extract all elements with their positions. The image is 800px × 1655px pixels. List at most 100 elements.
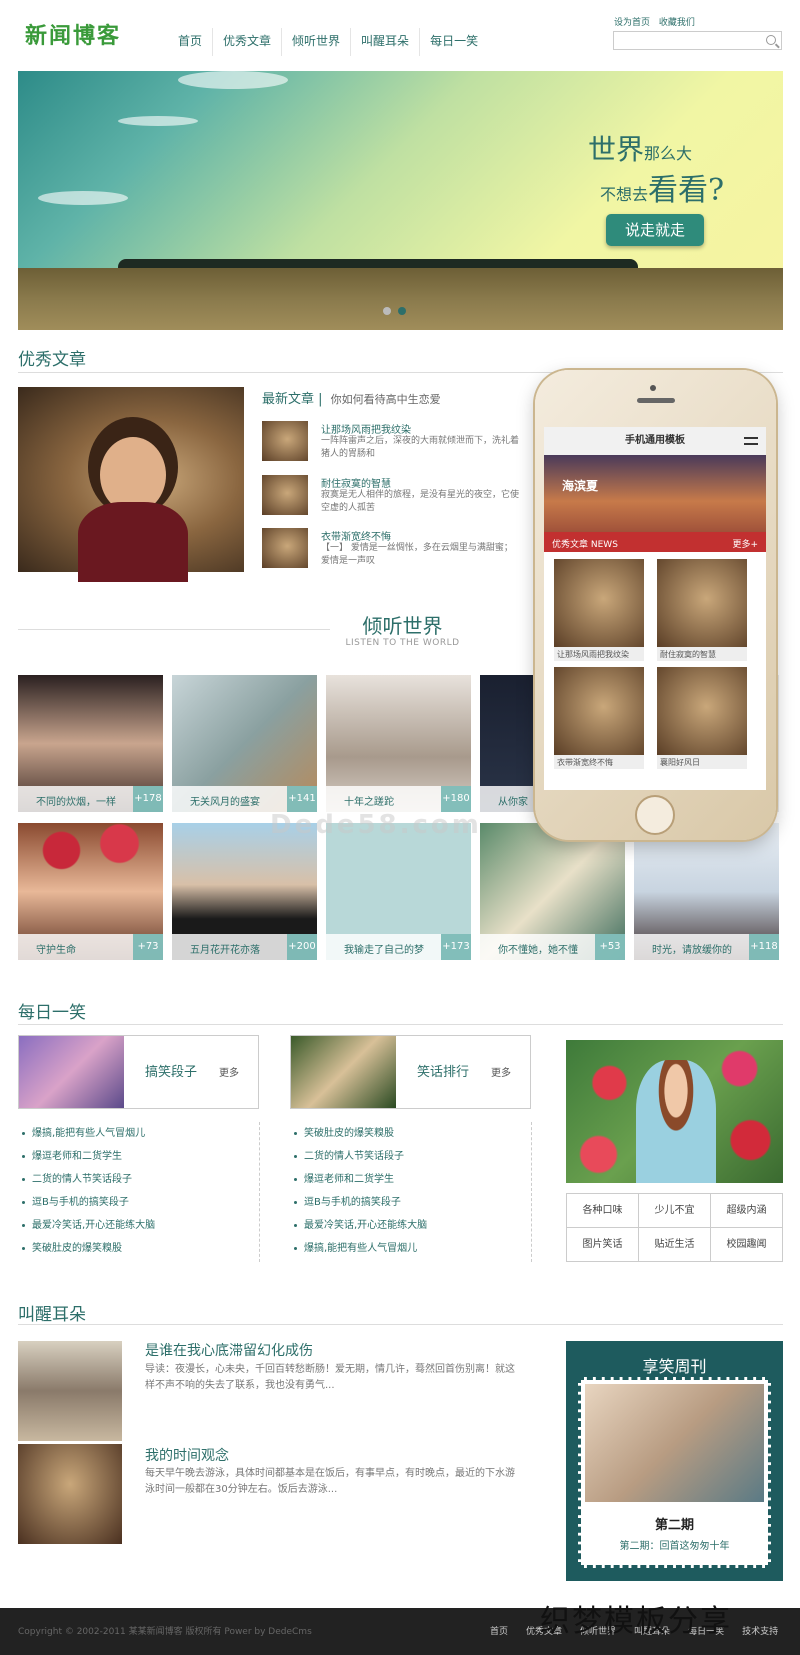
set-homepage-link[interactable]: 设为首页: [614, 18, 650, 28]
phone-card[interactable]: 衣带渐宽终不悔: [554, 667, 644, 769]
camera-dot: [650, 385, 656, 391]
latest-subtitle[interactable]: 你如何看待高中生恋爱: [331, 393, 441, 406]
news-thumbnail[interactable]: [18, 1341, 122, 1441]
ranking-more-link[interactable]: 更多: [491, 1064, 511, 1079]
article-title[interactable]: 让那场风雨把我纹染: [321, 421, 411, 436]
divider: [531, 1122, 532, 1262]
section-title-world: 倾听世界: [362, 614, 443, 638]
home-button[interactable]: [635, 795, 675, 835]
grid-item[interactable]: 时光，请放缓你的 +118: [634, 823, 779, 960]
slider-dot-active[interactable]: [398, 307, 406, 315]
list-item[interactable]: 爆逗老师和二货学生: [18, 1145, 259, 1168]
tag-link[interactable]: 图片笑话: [567, 1228, 639, 1262]
grid-count: +73: [133, 934, 163, 960]
nav-home[interactable]: 首页: [168, 28, 212, 56]
news-desc: 每天早午晚去游泳，具体时间都基本是在饭后，有事早点，有时晚点，最近的下水游泳时间…: [145, 1468, 515, 1495]
list-item[interactable]: 二货的情人节笑话段子: [290, 1145, 531, 1168]
slider-dot[interactable]: [383, 307, 391, 315]
grid-item[interactable]: 无关风月的盛宴 +141: [172, 675, 317, 812]
daily-feature-image[interactable]: [566, 1040, 783, 1183]
grid-item[interactable]: 我输走了自己的梦 +173: [326, 823, 471, 960]
phone-more-link[interactable]: 更多+: [732, 537, 758, 550]
nav-world[interactable]: 倾听世界: [281, 28, 350, 56]
grid-count: +141: [287, 786, 317, 812]
grid-count: +178: [133, 786, 163, 812]
list-item[interactable]: 爆搞,能把有些人气冒烟儿: [290, 1237, 531, 1260]
phone-card-image: [657, 559, 747, 647]
phone-bar-label: 优秀文章: [552, 540, 589, 550]
bookmark-link[interactable]: 收藏我们: [659, 18, 695, 28]
list-item[interactable]: 笑破肚皮的爆笑糗股: [18, 1237, 259, 1260]
weekly-issue: 第二期: [654, 1518, 694, 1533]
phone-card-caption: 衣带渐宽终不悔: [554, 755, 644, 769]
latest-label[interactable]: 最新文章: [262, 392, 314, 407]
phone-card-caption: 襄阳好风日: [657, 755, 747, 769]
ranking-box-image: [291, 1036, 396, 1108]
grid-count: +180: [441, 786, 471, 812]
list-item[interactable]: 爆搞,能把有些人气冒烟儿: [18, 1122, 259, 1145]
phone-card[interactable]: 让那场风雨把我纹染: [554, 559, 644, 661]
list-item[interactable]: 笑破肚皮的爆笑糗股: [290, 1122, 531, 1145]
article-item[interactable]: 衣带渐宽终不悔 【一】 爱情是一丝惆怅，多在云烟里与满甜蜜；爱情是一声叹: [262, 528, 532, 568]
nav-ears[interactable]: 叫醒耳朵: [350, 28, 419, 56]
ranking-box-label: 笑话排行: [417, 1065, 470, 1080]
footer-link[interactable]: 首页: [481, 1624, 517, 1637]
corner-watermark: 织梦模板分享: [540, 1604, 732, 1639]
cloud-shape: [118, 116, 198, 126]
footer-link[interactable]: 技术支持: [733, 1624, 787, 1637]
tag-link[interactable]: 校园趣闻: [711, 1228, 783, 1262]
grid-item[interactable]: 五月花开花亦落 +200: [172, 823, 317, 960]
article-desc: 【一】 爱情是一丝惆怅，多在云烟里与满甜蜜；爱情是一声叹: [321, 543, 513, 566]
article-title[interactable]: 耐住寂寞的智慧: [321, 475, 391, 490]
list-item[interactable]: 爆逗老师和二货学生: [290, 1168, 531, 1191]
top-links: 设为首页 收藏我们: [614, 15, 701, 28]
article-thumbnail[interactable]: [262, 528, 308, 568]
nav-excellent[interactable]: 优秀文章: [212, 28, 281, 56]
article-thumbnail[interactable]: [262, 475, 308, 515]
list-item[interactable]: 逗B与手机的搞笑段子: [18, 1191, 259, 1214]
article-title[interactable]: 衣带渐宽终不悔: [321, 528, 391, 543]
phone-banner[interactable]: 海滨夏: [544, 455, 766, 532]
tag-link[interactable]: 超级内涵: [711, 1194, 783, 1228]
featured-article-image[interactable]: [18, 387, 244, 582]
tag-link[interactable]: 各种口味: [567, 1194, 639, 1228]
weekly-magazine[interactable]: 享笑周刊 第二期 第二期：回首这匆匆十年: [566, 1341, 783, 1581]
menu-icon[interactable]: [744, 437, 758, 445]
news-desc: 导读：夜漫长，心未央，千回百转愁断肠！爱无期，情几许，蓦然回首伤别离！就这样不声…: [145, 1364, 515, 1391]
jokes-more-link[interactable]: 更多: [219, 1064, 239, 1079]
article-item[interactable]: 让那场风雨把我纹染 一阵阵雷声之后，深夜的大雨就倾泄而下，洗礼着猪人的胃肠和: [262, 421, 532, 461]
grid-item[interactable]: 不同的炊烟，一样 +178: [18, 675, 163, 812]
search-icon[interactable]: [766, 35, 776, 45]
divider: [18, 629, 330, 630]
grid-item[interactable]: 守护生命 +73: [18, 823, 163, 960]
phone-card[interactable]: 襄阳好风日: [657, 667, 747, 769]
grid-item[interactable]: 十年之蹉跎 +180: [326, 675, 471, 812]
phone-mockup: 手机通用模板 海滨夏 优秀文章 NEWS 更多+ 让那场风雨把我纹染 耐住寂寞的智…: [535, 370, 776, 840]
site-logo[interactable]: 新闻博客: [25, 18, 121, 50]
list-item[interactable]: 逗B与手机的搞笑段子: [290, 1191, 531, 1214]
article-thumbnail[interactable]: [262, 421, 308, 461]
grid-item[interactable]: 你不懂她，她不懂 +53: [480, 823, 625, 960]
nav-daily[interactable]: 每日一笑: [419, 28, 488, 56]
list-item[interactable]: 二货的情人节笑话段子: [18, 1168, 259, 1191]
news-title[interactable]: 我的时间观念: [145, 1445, 229, 1465]
list-item[interactable]: 最爱冷笑话,开心还能练大脑: [18, 1214, 259, 1237]
tag-link[interactable]: 少儿不宜: [639, 1194, 711, 1228]
cloud-shape: [178, 71, 288, 89]
article-desc: 一阵阵雷声之后，深夜的大雨就倾泄而下，洗礼着猪人的胃肠和: [321, 436, 520, 459]
copyright: Copyright © 2002-2011 某某新闻博客 版权所有 Power …: [18, 1627, 312, 1637]
section-title-ears: 叫醒耳朵: [18, 1305, 86, 1325]
list-item[interactable]: 最爱冷笑话,开心还能练大脑: [290, 1214, 531, 1237]
tag-link[interactable]: 贴近生活: [639, 1228, 711, 1262]
search-input[interactable]: [614, 36, 754, 53]
news-thumbnail[interactable]: [18, 1444, 122, 1544]
banner-cta-button[interactable]: 说走就走: [606, 214, 704, 246]
phone-card-caption: 让那场风雨把我纹染: [554, 647, 644, 661]
grid-count: +200: [287, 934, 317, 960]
site-watermark: Dede58.com: [270, 810, 482, 840]
article-item[interactable]: 耐住寂寞的智慧 寂寞是无人相伴的旅程，是没有星光的夜空，它使空虚的人孤苦: [262, 475, 532, 515]
weekly-title: 享笑周刊: [642, 1357, 707, 1376]
phone-card[interactable]: 耐住寂寞的智慧: [657, 559, 747, 661]
cloud-shape: [38, 191, 128, 205]
news-title[interactable]: 是谁在我心底滞留幻化成伤: [145, 1340, 313, 1360]
